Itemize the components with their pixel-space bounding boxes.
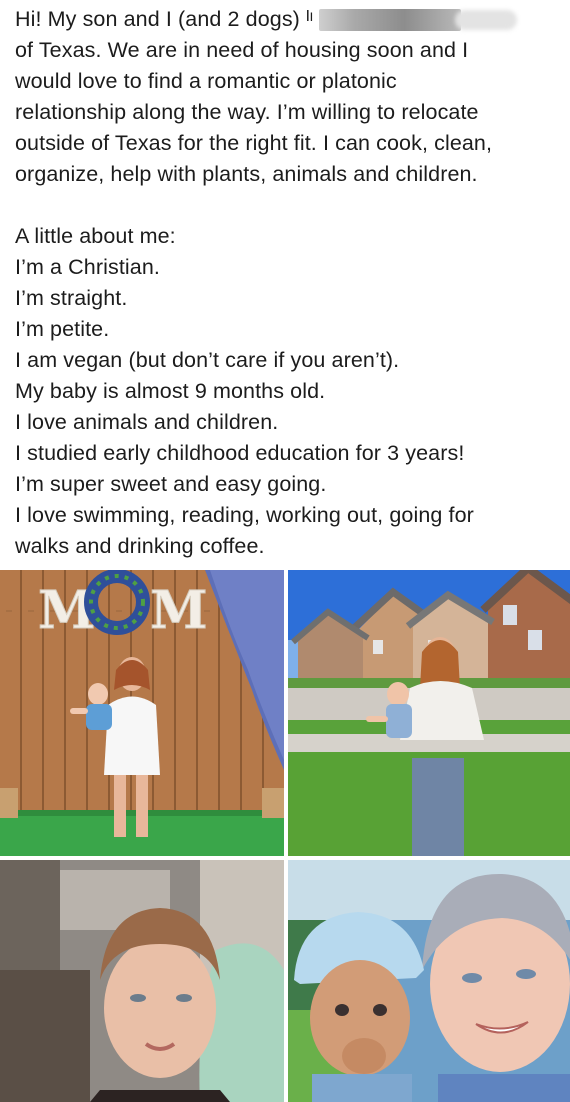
photo-outdoor-houses[interactable] [288, 570, 570, 856]
post-line: I studied early childhood education for … [15, 441, 465, 465]
white-blouse [400, 681, 484, 740]
post-line: walks and drinking coffee. [15, 534, 265, 558]
post-line: My baby is almost 9 months old. [15, 379, 326, 403]
photo-selfie-with-baby-art [288, 860, 570, 1102]
post-line: outside of Texas for the right fit. I ca… [15, 131, 493, 155]
post-text: Hi! My son and I (and 2 dogs) ᴵᶦ of Texa… [15, 4, 560, 562]
post-line: I’m super sweet and easy going. [15, 472, 327, 496]
photo-selfie-indoor-art [0, 860, 284, 1102]
photo-selfie-indoor[interactable] [0, 860, 284, 1102]
redaction-blur [455, 10, 518, 31]
post-line: of Texas. We are in need of housing soon… [15, 38, 469, 62]
post-line: I’m straight. [15, 286, 128, 310]
post-line: I love animals and children. [15, 410, 279, 434]
photo-selfie-with-baby[interactable] [288, 860, 570, 1102]
post-line: Hi! My son and I (and 2 dogs) ᴵᶦ [15, 4, 560, 35]
post-line: I’m a Christian. [15, 255, 160, 279]
post-line: relationship along the way. I’m willing … [15, 100, 479, 124]
post-line: would love to find a romantic or platoni… [15, 69, 397, 93]
post-line: I am vegan (but don’t care if you aren’t… [15, 348, 400, 372]
post-line: I’m petite. [15, 317, 110, 341]
post-line: A little about me: [15, 224, 176, 248]
redaction-bar [319, 9, 462, 32]
photo-mom-backdrop-art: M M [0, 570, 284, 856]
post-line: organize, help with plants, animals and … [15, 162, 478, 186]
photo-outdoor-houses-art [288, 570, 570, 856]
sign-letter-m-right: M [150, 580, 208, 641]
social-post: Hi! My son and I (and 2 dogs) ᴵᶦ of Texa… [0, 0, 570, 1102]
photo-mom-backdrop[interactable]: M M [0, 570, 284, 856]
white-dress [104, 696, 160, 775]
post-line: I love swimming, reading, working out, g… [15, 503, 474, 527]
